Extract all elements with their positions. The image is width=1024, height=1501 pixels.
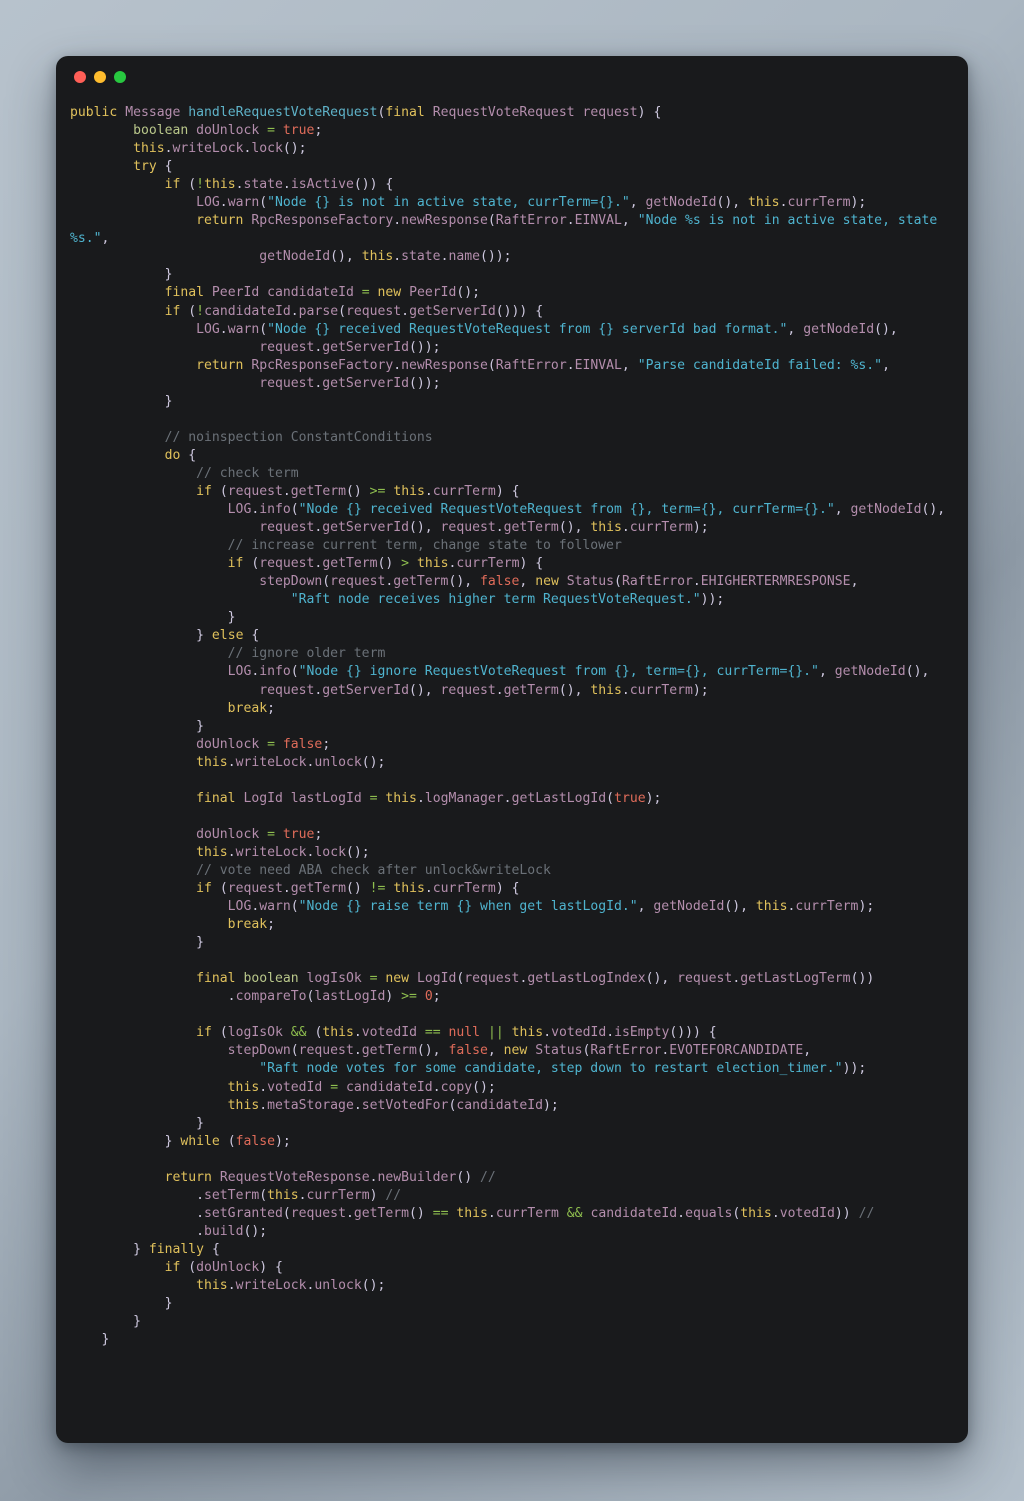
source-code-block[interactable]: public Message handleRequestVoteRequest(…: [70, 104, 952, 1349]
close-button[interactable]: [74, 71, 86, 83]
maximize-button[interactable]: [114, 71, 126, 83]
window-titlebar: [56, 56, 968, 98]
code-window: public Message handleRequestVoteRequest(…: [56, 56, 968, 1443]
desktop-background: public Message handleRequestVoteRequest(…: [0, 0, 1024, 1501]
minimize-button[interactable]: [94, 71, 106, 83]
code-editor-area[interactable]: public Message handleRequestVoteRequest(…: [56, 98, 968, 1365]
